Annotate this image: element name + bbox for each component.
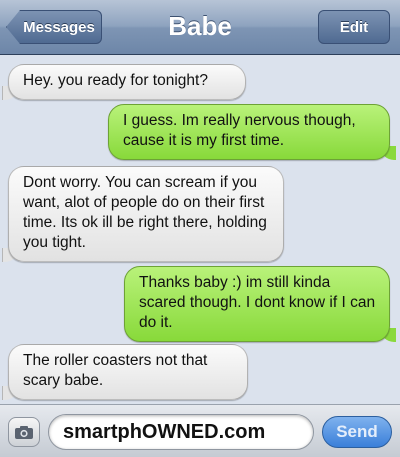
camera-button[interactable] [8,417,40,447]
back-button[interactable]: Messages [6,10,102,44]
message-composer: smartphOWNED.com Send [0,404,400,457]
message-bubble-outgoing: I guess. Im really nervous though, cause… [108,104,396,160]
edit-button[interactable]: Edit [318,10,390,44]
message-bubble-incoming: Hey. you ready for tonight? [2,64,246,100]
message-bubble-outgoing: Thanks baby :) im still kinda scared tho… [124,266,396,342]
nav-bar: Messages Babe Edit [0,0,400,55]
message-bubble-incoming: The roller coasters not that scary babe. [2,344,248,400]
message-bubble-incoming: Dont worry. You can scream if you want, … [2,166,284,262]
message-input[interactable]: smartphOWNED.com [48,414,314,450]
send-button[interactable]: Send [322,416,392,448]
camera-icon [15,425,33,439]
